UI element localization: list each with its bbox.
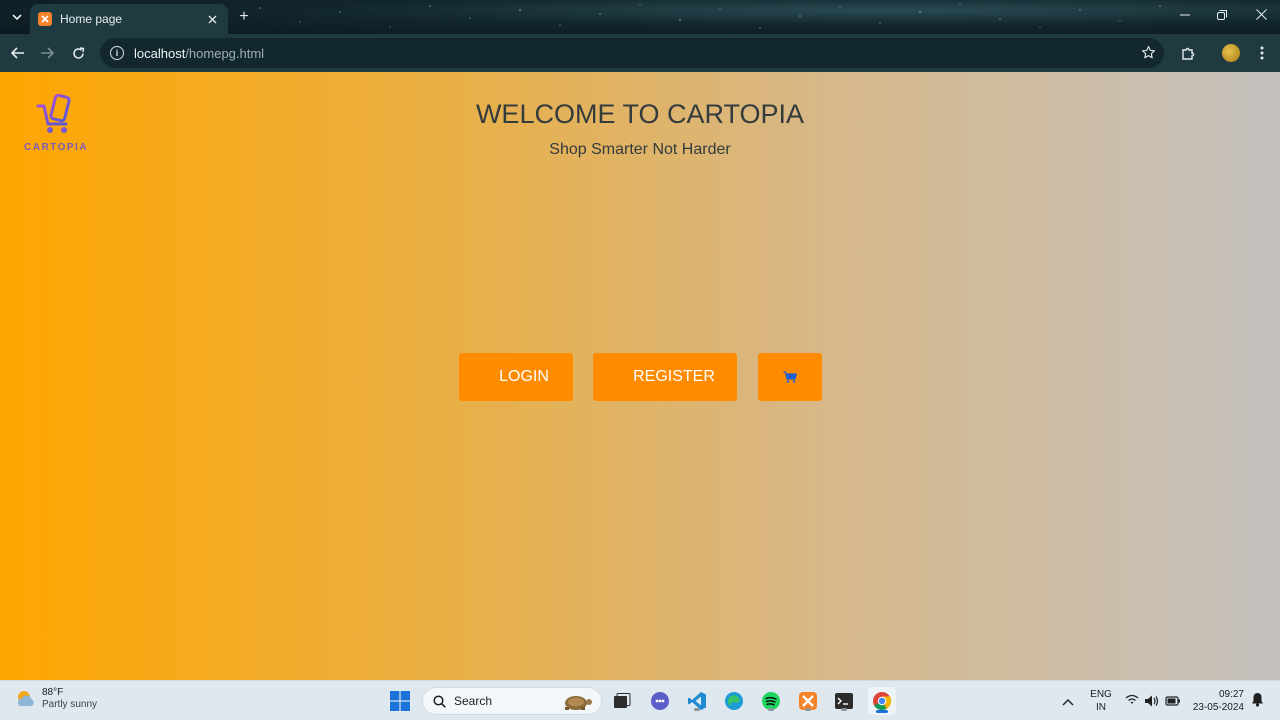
- edge-button[interactable]: [722, 689, 746, 713]
- url-path: /homepg.html: [185, 45, 265, 61]
- restore-icon: [1217, 10, 1227, 20]
- wifi-volume-battery-icons: [1125, 694, 1180, 707]
- more-vertical-icon: [1260, 46, 1264, 60]
- page-title: WELCOME TO CARTOPIA: [475, 99, 805, 129]
- profile-button[interactable]: [1221, 43, 1241, 63]
- browser-menu-button[interactable]: [1252, 43, 1272, 63]
- task-view-button[interactable]: [610, 689, 634, 713]
- browser-toolbar: i localhost/homepg.html: [0, 34, 1280, 72]
- chevron-down-icon: [12, 14, 22, 20]
- running-indicator: [805, 708, 811, 711]
- start-button[interactable]: [388, 689, 412, 713]
- site-info-icon[interactable]: i: [110, 46, 124, 60]
- back-button[interactable]: [8, 43, 28, 63]
- new-tab-button[interactable]: +: [236, 8, 252, 26]
- tab-search-dropdown[interactable]: [6, 6, 28, 28]
- spotify-button[interactable]: [759, 689, 783, 713]
- clock-date: 23-05-2024: [1192, 702, 1244, 713]
- minimize-button[interactable]: [1175, 8, 1195, 23]
- notifications-button[interactable]: [1251, 692, 1264, 712]
- reload-button[interactable]: [68, 43, 88, 63]
- tab-close-icon[interactable]: [204, 12, 220, 27]
- chevron-up-icon: [1062, 699, 1074, 706]
- minimize-icon: [1180, 14, 1190, 16]
- cart-button[interactable]: [758, 353, 822, 401]
- bookmark-star-icon[interactable]: [1141, 45, 1156, 65]
- edge-icon: [725, 692, 743, 710]
- region-code: IN: [1096, 702, 1106, 713]
- running-indicator: [768, 708, 774, 711]
- chrome-button[interactable]: [868, 687, 896, 715]
- address-bar[interactable]: i localhost/homepg.html: [100, 38, 1164, 68]
- chat-icon: [651, 692, 669, 710]
- language-code: ENG: [1090, 689, 1112, 700]
- search-icon: [433, 694, 446, 708]
- url-host: localhost: [134, 45, 186, 61]
- close-icon: [1255, 9, 1267, 20]
- restore-button[interactable]: [1212, 8, 1232, 23]
- active-indicator: [876, 710, 888, 713]
- search-label: Search: [454, 694, 493, 708]
- taskbar-search[interactable]: Search: [422, 687, 602, 715]
- close-window-button[interactable]: [1251, 8, 1271, 23]
- browser-tab-active[interactable]: Home page: [30, 4, 228, 34]
- chrome-icon: [873, 692, 892, 711]
- terminal-button[interactable]: [832, 689, 856, 713]
- vscode-button[interactable]: [685, 689, 709, 713]
- extensions-button[interactable]: [1178, 43, 1198, 63]
- reload-icon: [72, 46, 84, 59]
- windows-logo-icon: [390, 691, 410, 711]
- arrow-right-icon: [41, 47, 54, 59]
- arrow-left-icon: [11, 47, 24, 59]
- bell-icon: [1252, 693, 1263, 707]
- windows-taskbar: 88°F Partly sunny Search ENG IN 09:27 23…: [0, 680, 1280, 720]
- task-view-icon: [614, 693, 631, 708]
- system-tray-quick-settings[interactable]: [1125, 693, 1181, 714]
- tab-title: Home page: [60, 12, 123, 26]
- clock-time: 09:27: [1218, 689, 1244, 700]
- xampp-button[interactable]: [796, 689, 820, 713]
- weather-description: Partly sunny: [42, 699, 98, 710]
- system-clock[interactable]: 09:27 23-05-2024: [1186, 688, 1244, 714]
- xampp-favicon-icon: [38, 12, 52, 26]
- puzzle-icon: [1181, 47, 1194, 60]
- url-text: localhost/homepg.html: [134, 46, 264, 61]
- login-button[interactable]: LOGIN: [459, 353, 573, 401]
- copilot-button[interactable]: [648, 689, 672, 713]
- running-indicator: [694, 708, 700, 711]
- register-button[interactable]: REGISTER: [593, 353, 737, 401]
- weather-widget[interactable]: 88°F Partly sunny: [14, 687, 97, 711]
- turtle-icon: [565, 696, 592, 710]
- partly-sunny-icon: [17, 691, 34, 706]
- shopping-cart-icon: [783, 371, 797, 383]
- page-subtitle: Shop Smarter Not Harder: [549, 141, 731, 158]
- running-indicator: [841, 708, 847, 711]
- forward-button[interactable]: [37, 43, 57, 63]
- page-content: CARTOPIA WELCOME TO CARTOPIA Shop Smarte…: [0, 72, 1280, 680]
- browser-titlebar: Home page +: [0, 0, 1280, 34]
- weather-temperature: 88°F: [42, 687, 64, 698]
- show-hidden-icons-button[interactable]: [1062, 693, 1074, 711]
- language-indicator[interactable]: ENG IN: [1088, 688, 1114, 714]
- avatar: [1222, 44, 1240, 62]
